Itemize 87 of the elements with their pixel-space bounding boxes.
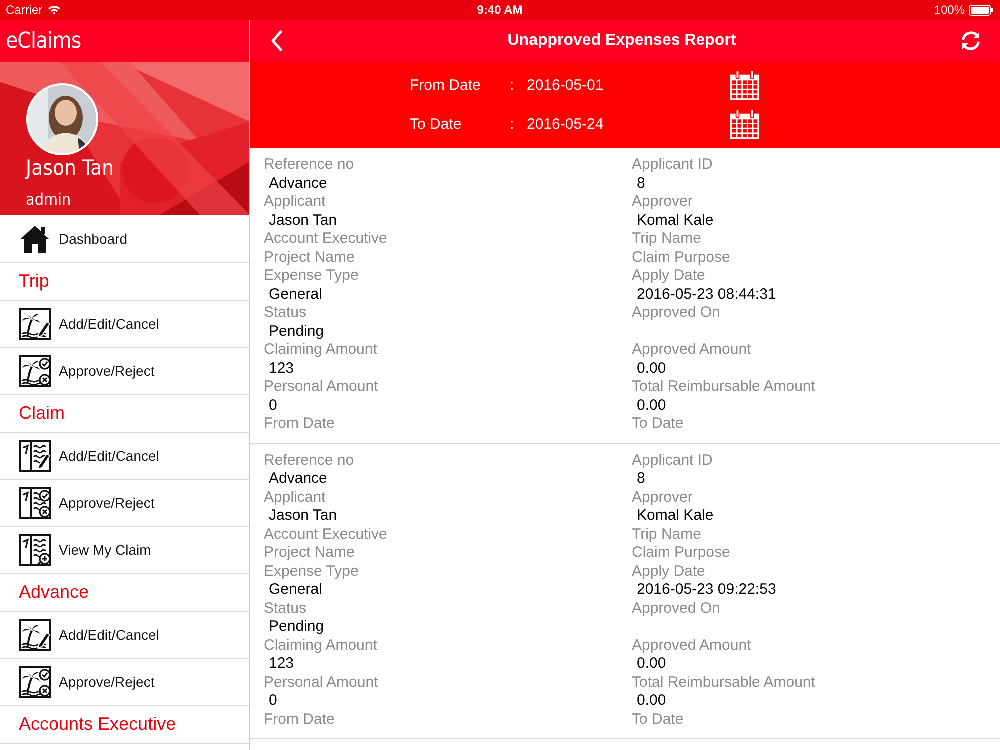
field-label: Status xyxy=(264,304,308,322)
field-value: Jason Tan xyxy=(268,507,338,526)
section-heading: Accounts Executive xyxy=(0,706,249,744)
date-value: 2016-05-24 xyxy=(527,116,605,133)
field-value: General xyxy=(268,286,324,304)
palm-tree-edit-icon xyxy=(19,308,51,340)
field-label: Expense Type xyxy=(264,267,360,286)
field-label: Claim Purpose xyxy=(632,544,732,562)
separator-text: : xyxy=(510,116,516,133)
date-value: 2016-05-01 xyxy=(527,77,605,94)
field-label: Account Executive xyxy=(264,230,388,248)
field-label: Trip Name xyxy=(632,230,702,248)
field-label: Applicant xyxy=(264,488,327,507)
field-label: Approver xyxy=(632,488,694,507)
back-icon xyxy=(270,30,284,52)
palm-tree-approve-icon xyxy=(19,355,51,387)
field-label: Approved On xyxy=(632,600,722,618)
field-label: To Date xyxy=(632,415,685,434)
field-value: 2016-05-23 08:44:31 xyxy=(636,286,778,304)
field-value: Komal Kale xyxy=(636,507,715,526)
field-value: 0 xyxy=(268,396,278,415)
document-approve-icon xyxy=(19,487,51,519)
field-value: 0.00 xyxy=(636,692,668,710)
battery-text: 100% xyxy=(934,3,966,17)
separator-text: : xyxy=(510,77,516,94)
field-value: 2016-05-23 09:22:53 xyxy=(636,581,778,600)
palm-tree-edit-icon xyxy=(19,619,51,651)
field-label: Total Reimbursable Amount xyxy=(632,378,816,396)
refresh-icon xyxy=(960,30,982,52)
date-label: From Date xyxy=(410,77,482,94)
field-label: Apply Date xyxy=(632,267,706,286)
field-label: Applicant xyxy=(264,193,327,212)
field-value: Pending xyxy=(268,618,326,636)
field-label: Trip Name xyxy=(632,526,702,544)
field-value: Jason Tan xyxy=(268,212,338,230)
field-value: 8 xyxy=(636,470,646,488)
field-value: 0 xyxy=(268,692,278,710)
field-value: 123 xyxy=(268,655,296,674)
field-label: Personal Amount xyxy=(264,674,380,692)
field-value: 8 xyxy=(636,174,646,193)
field-label: Personal Amount xyxy=(264,378,380,396)
field-label: From Date xyxy=(264,710,336,729)
field-label: Project Name xyxy=(264,248,356,267)
field-label: Claim Purpose xyxy=(632,248,732,267)
field-value: 0.00 xyxy=(636,396,668,415)
field-label: Reference no xyxy=(264,452,356,470)
app-title: eClaims xyxy=(6,28,82,54)
field-label: Account Executive xyxy=(264,526,388,544)
back-button[interactable] xyxy=(270,30,284,52)
field-label: Apply Date xyxy=(632,562,706,581)
field-label: Total Reimbursable Amount xyxy=(632,674,816,692)
document-edit-icon xyxy=(19,440,51,472)
field-label: Approver xyxy=(632,193,694,212)
field-value: 123 xyxy=(268,360,296,378)
field-label: Applicant ID xyxy=(632,452,714,470)
field-value: Advance xyxy=(268,470,328,488)
calendar-icon xyxy=(729,70,761,101)
field-value: Pending xyxy=(268,322,326,341)
field-value: General xyxy=(268,581,324,600)
field-value: 0.00 xyxy=(636,655,668,674)
refresh-button[interactable] xyxy=(960,30,982,52)
document-view-icon xyxy=(19,534,51,566)
field-label: Status xyxy=(264,600,308,618)
palm-tree-approve-icon xyxy=(19,666,51,698)
page-title: Unapproved Expenses Report xyxy=(508,32,736,50)
field-label: Project Name xyxy=(264,544,356,562)
calendar-icon xyxy=(729,109,761,140)
field-label: Reference no xyxy=(264,156,356,174)
field-label: Approved Amount xyxy=(632,341,752,360)
field-label: Claiming Amount xyxy=(264,341,378,360)
field-value: Advance xyxy=(268,174,328,193)
clock-text: 9:40 AM xyxy=(477,3,523,17)
calendar-button[interactable] xyxy=(729,109,761,140)
field-label: To Date xyxy=(632,710,685,729)
date-label: To Date xyxy=(410,116,463,133)
field-label: Applicant ID xyxy=(632,156,714,174)
field-label: From Date xyxy=(264,415,336,434)
field-label: Claiming Amount xyxy=(264,636,378,655)
field-label: Approved Amount xyxy=(632,636,752,655)
field-label: Approved On xyxy=(632,304,722,322)
battery-icon xyxy=(969,4,994,16)
field-label: Expense Type xyxy=(264,562,360,581)
field-value: 0.00 xyxy=(636,360,668,378)
carrier-text: Carrier xyxy=(6,3,43,17)
wifi-icon xyxy=(48,5,61,15)
calendar-button[interactable] xyxy=(729,70,761,101)
field-value: Komal Kale xyxy=(636,212,715,230)
